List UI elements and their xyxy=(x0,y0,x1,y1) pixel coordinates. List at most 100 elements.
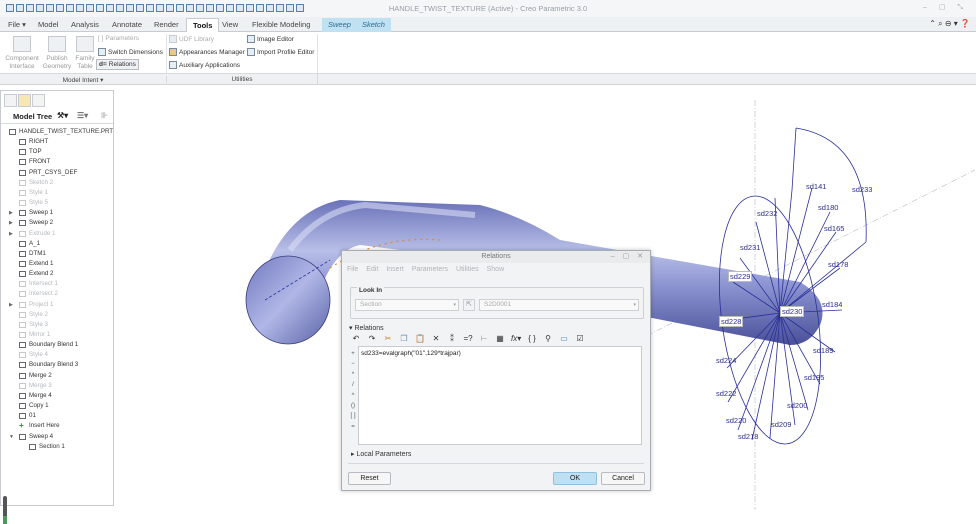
dimension-label[interactable]: sd233 xyxy=(852,185,872,194)
local-parameters-toggle[interactable]: ▸ Local Parameters xyxy=(351,450,411,458)
window-controls[interactable]: – ▢ ⤡ xyxy=(923,3,968,12)
undo-icon[interactable]: ↶ xyxy=(351,334,361,343)
dimension-label[interactable]: sd230 xyxy=(780,306,805,317)
tab-sweep[interactable]: Sweep xyxy=(322,18,357,32)
tab-file[interactable]: File ▾ xyxy=(2,18,32,32)
appearances-manager-button[interactable]: Appearances Manager xyxy=(169,48,245,56)
model-intent-group[interactable]: Model Intent ▾ xyxy=(0,76,166,84)
dimension-label[interactable]: sd200 xyxy=(787,401,807,410)
parameters-button[interactable]: [ ] Parameters xyxy=(98,35,139,42)
tree-item[interactable]: Style 2 xyxy=(19,310,48,320)
dimension-label[interactable]: sd231 xyxy=(740,243,760,252)
dimension-label[interactable]: sd195 xyxy=(804,373,824,382)
tree-settings-icon[interactable]: ⚒▾ xyxy=(57,111,68,120)
tree-item[interactable]: Style 1 xyxy=(19,188,48,198)
publish-geometry-button[interactable]: Publish Geometry xyxy=(42,36,72,71)
tab-model[interactable]: Model xyxy=(32,18,64,32)
dialog-menu-show[interactable]: Show xyxy=(487,266,505,273)
dimension-label[interactable]: sd209 xyxy=(771,420,791,429)
paste-icon[interactable]: 📋 xyxy=(415,334,425,343)
look-in-type-select[interactable]: Section ▾ xyxy=(355,299,459,311)
sort-icon[interactable]: ⚲ xyxy=(543,334,553,343)
tree-item[interactable]: Copy 1 xyxy=(19,401,49,411)
tab-render[interactable]: Render xyxy=(148,18,185,32)
dialog-menu-edit[interactable]: Edit xyxy=(366,266,378,273)
cut-icon[interactable]: ✂ xyxy=(383,334,393,343)
switch-dimensions-button[interactable]: Switch Dimensions xyxy=(98,48,163,56)
tab-sketch[interactable]: Sketch xyxy=(356,18,391,32)
delete-icon[interactable]: ✕ xyxy=(431,334,441,343)
operator-button[interactable]: () xyxy=(348,401,358,411)
dimension-label[interactable]: sd165 xyxy=(824,224,844,233)
operator-button[interactable]: ^ xyxy=(348,391,358,401)
tree-item[interactable]: Merge 3 xyxy=(19,381,52,391)
dimension-label[interactable]: sd189 xyxy=(813,346,833,355)
tab-analysis[interactable]: Analysis xyxy=(65,18,105,32)
brackets-icon[interactable]: { } xyxy=(527,334,537,343)
component-interface-button[interactable]: Component Interface xyxy=(4,36,40,71)
dialog-menu-parameters[interactable]: Parameters xyxy=(412,266,448,273)
operator-button[interactable]: − xyxy=(348,359,358,369)
dimension-label[interactable]: sd232 xyxy=(757,209,777,218)
relations-editor[interactable]: sd233=evalgraph("01",129*trajpar) xyxy=(358,346,642,445)
dialog-menu-utilities[interactable]: Utilities xyxy=(456,266,479,273)
dimension-label[interactable]: sd178 xyxy=(828,260,848,269)
dialog-menu-insert[interactable]: Insert xyxy=(386,266,404,273)
tab-annotate[interactable]: Annotate xyxy=(106,18,148,32)
tree-item[interactable]: ▶ Extrude 1 xyxy=(9,229,55,239)
tree-item[interactable]: Merge 4 xyxy=(19,391,52,401)
show-icon[interactable]: ☰▾ xyxy=(77,111,88,120)
tree-item[interactable]: + Insert Here xyxy=(19,421,60,431)
tree-item[interactable]: Intersect 1 xyxy=(19,279,58,289)
relations-button[interactable]: d= Relations xyxy=(96,59,139,70)
tab-flexiblemodeling[interactable]: Flexible Modeling xyxy=(246,18,316,32)
tree-item[interactable]: Extend 2 xyxy=(19,269,53,279)
select-pointer-icon[interactable]: ⇱ xyxy=(463,299,475,311)
folder-browser-tab[interactable] xyxy=(18,94,31,107)
operator-button[interactable]: + xyxy=(348,349,358,359)
dimension-label[interactable]: sd222 xyxy=(716,389,736,398)
tree-item[interactable]: Extend 1 xyxy=(19,259,53,269)
family-table-button[interactable]: Family Table xyxy=(74,36,96,71)
look-in-object-select[interactable]: S2D0001 ▾ xyxy=(479,299,639,311)
check-icon[interactable]: ☑ xyxy=(575,334,585,343)
expand-toggle-icon[interactable]: ▶ xyxy=(9,229,13,239)
relations-section-toggle[interactable]: ▾ Relations xyxy=(349,324,384,332)
expand-toggle-icon[interactable]: ▶ xyxy=(9,300,13,310)
expand-toggle-icon[interactable]: ▶ xyxy=(9,218,13,228)
operator-button[interactable]: = xyxy=(348,422,358,432)
expand-toggle-icon[interactable]: ▶ xyxy=(9,208,13,218)
operator-button[interactable]: / xyxy=(348,380,358,390)
ok-button[interactable]: OK xyxy=(553,472,597,485)
tab-tools[interactable]: Tools xyxy=(186,18,220,32)
tree-item[interactable]: Boundary Blend 1 xyxy=(19,340,78,350)
dimension-label[interactable]: sd180 xyxy=(818,203,838,212)
tree-item[interactable]: Sketch 2 xyxy=(19,178,53,188)
import-profile-editor-button[interactable]: Import Profile Editor xyxy=(247,48,314,56)
dimension-label[interactable]: sd228 xyxy=(719,316,744,327)
tree-item[interactable]: Boundary Blend 3 xyxy=(19,360,78,370)
tree-item[interactable]: ▶ Sweep 2 xyxy=(9,218,53,228)
tree-item[interactable]: ▼ Sweep 4 xyxy=(9,432,53,442)
dimension-label[interactable]: sd224 xyxy=(716,356,736,365)
measure-icon[interactable]: ⊢ xyxy=(479,334,489,343)
function-icon[interactable]: fx▾ xyxy=(511,334,521,343)
redo-icon[interactable]: ↷ xyxy=(367,334,377,343)
help-search-icons[interactable]: ⌃ ⌕ ⊖ ▾ ❓ xyxy=(929,19,970,29)
model-tree-tab[interactable] xyxy=(4,94,17,107)
tree-item[interactable]: FRONT xyxy=(19,157,50,167)
image-editor-button[interactable]: Image Editor xyxy=(247,35,294,43)
tree-item[interactable]: Style 5 xyxy=(19,198,48,208)
cancel-button[interactable]: Cancel xyxy=(601,472,645,485)
tree-item[interactable]: Section 1 xyxy=(29,442,65,452)
dialog-menu-file[interactable]: File xyxy=(347,266,358,273)
tree-item[interactable]: A_1 xyxy=(19,239,40,249)
tree-item[interactable]: ▶ Sweep 1 xyxy=(9,208,53,218)
relation-line[interactable]: sd233=evalgraph("01",129*trajpar) xyxy=(361,350,461,357)
tree-item[interactable]: HANDLE_TWIST_TEXTURE.PRT xyxy=(9,127,113,137)
switch-dim-icon[interactable]: ⁑ xyxy=(447,334,457,343)
udf-library-button[interactable]: UDF Library xyxy=(169,35,214,43)
tree-item[interactable]: 01 xyxy=(19,411,36,421)
tree-item[interactable]: Style 4 xyxy=(19,350,48,360)
operator-button[interactable]: [ ] xyxy=(348,411,358,421)
